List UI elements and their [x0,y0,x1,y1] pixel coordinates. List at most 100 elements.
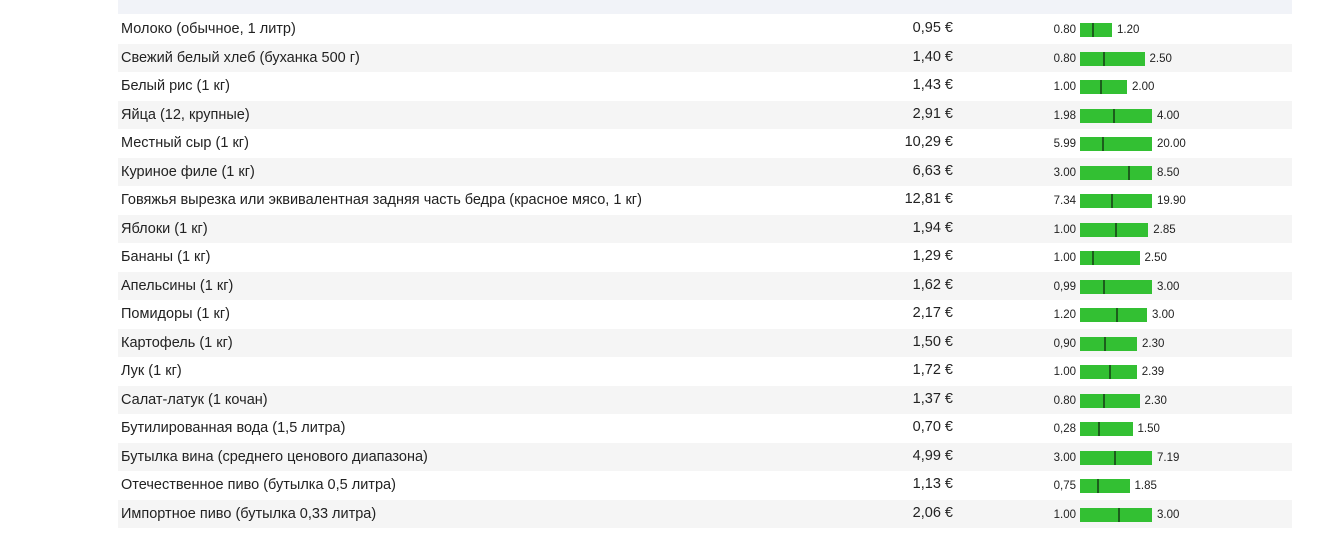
table-row: Свежий белый хлеб (буханка 500 г) 1,40 € 0… [118,43,1292,72]
item-price: 10,29 € [904,134,953,150]
range-min-label: 1.20 [1053,309,1076,321]
average-marker [1104,336,1107,351]
item-name: Говяжья вырезка или эквивалентная задняя… [121,192,642,208]
item-price: 1,72 € [912,362,953,378]
range-max-label: 20.00 [1157,138,1186,150]
range-min-label: 5.99 [1053,138,1076,150]
item-price: 1,62 € [912,276,953,293]
item-name: Салат-латук (1 кочан) [121,391,268,408]
table-row: Картофель (1 кг) 1,50 € 0,90 2.30 [118,328,1292,357]
range-max-label: 19.90 [1157,195,1186,207]
table-row: Яблоки (1 кг) 1,94 € 1.00 2.85 [118,214,1292,243]
item-name: Бутылка вина (среднего ценового диапазон… [121,448,428,465]
item-name: Помидоры (1 кг) [121,306,230,322]
average-marker [1114,450,1117,465]
average-marker [1113,108,1116,123]
item-price: 1,13 € [912,476,953,492]
range-bar [1080,251,1140,265]
range-bar [1080,450,1152,465]
item-price: 0,70 € [912,419,953,435]
range-bar [1080,393,1140,408]
range-max-label: 8.50 [1157,166,1180,179]
table-row: Импортное пиво (бутылка 0,33 литра) 2,06 … [118,499,1292,528]
range-max-label: 3.00 [1152,309,1175,321]
average-marker [1102,279,1105,294]
range-min-label: 1.00 [1053,508,1076,521]
item-price: 2,06 € [912,504,953,521]
item-name: Отечественное пиво (бутылка 0,5 литра) [121,477,396,493]
range-min-label: 3.00 [1053,166,1076,179]
range-max-label: 2.30 [1144,394,1167,407]
range-bar [1080,308,1147,322]
item-name: Яйца (12, крупные) [121,106,250,123]
table-row: Говяжья вырезка или эквивалентная задняя… [118,186,1292,215]
range-max-label: 7.19 [1157,451,1180,464]
range-min-label: 1.00 [1053,366,1076,378]
item-name: Белый рис (1 кг) [121,78,230,94]
average-marker [1118,507,1121,522]
range-bar [1080,422,1133,436]
item-name: Бутилированная вода (1,5 литра) [121,420,346,436]
range-bar [1080,279,1152,294]
range-bar [1080,479,1130,493]
range-max-label: 2.39 [1141,366,1165,378]
table-row: Лук (1 кг) 1,72 € 1.00 2.39 [118,357,1292,386]
average-marker [1091,251,1094,265]
range-max-label: 2.85 [1153,223,1176,236]
range-bar [1080,165,1152,180]
range-max-label: 2.50 [1149,52,1172,65]
table-row: Белый рис (1 кг) 1,43 € 1.00 2.00 [118,72,1292,101]
item-price: 6,63 € [912,162,953,179]
table-row: Молоко (обычное, 1 литр) 0,95 € 0.80 1.20 [118,15,1292,44]
table-row: Салат-латук (1 кочан) 1,37 € 0.80 2.30 [118,385,1292,414]
item-price: 1,43 € [912,77,953,93]
range-bar [1080,336,1137,351]
item-price: 0,95 € [912,20,953,36]
range-min-label: 1.00 [1053,223,1076,236]
item-price: 1,94 € [912,219,953,236]
average-marker [1127,165,1130,180]
item-name: Лук (1 кг) [121,363,182,379]
average-marker [1100,80,1103,94]
range-min-label: 7.34 [1053,195,1076,207]
item-price: 2,91 € [912,105,953,122]
range-bar [1080,23,1112,37]
range-min-label: 0,90 [1053,337,1076,350]
item-name: Импортное пиво (бутылка 0,33 литра) [121,505,377,522]
average-marker [1109,365,1112,379]
range-bar [1080,507,1152,522]
range-min-label: 0,28 [1053,423,1076,435]
item-name: Куриное филе (1 кг) [121,163,255,180]
range-bar [1080,80,1127,94]
item-name: Картофель (1 кг) [121,334,233,351]
range-min-label: 1.00 [1053,252,1076,264]
price-table: Молоко (обычное, 1 литр) 0,95 € 0.80 1.20 Св… [118,15,1292,528]
average-marker [1111,194,1114,208]
average-marker [1116,308,1119,322]
item-price: 1,40 € [912,48,953,65]
item-name: Молоко (обычное, 1 литр) [121,21,296,37]
range-min-label: 1.00 [1053,81,1076,93]
average-marker [1098,422,1101,436]
table-header-strip [118,0,1292,14]
range-min-label: 3.00 [1053,451,1076,464]
range-min-label: 0,99 [1053,280,1076,293]
table-row: Помидоры (1 кг) 2,17 € 1.20 3.00 [118,300,1292,329]
table-row: Яйца (12, крупные) 2,91 € 1.98 4.00 [118,100,1292,129]
range-bar [1080,194,1152,208]
range-min-label: 0.80 [1053,394,1076,407]
item-name: Бананы (1 кг) [121,249,211,265]
item-name: Апельсины (1 кг) [121,277,234,294]
range-max-label: 1.20 [1117,24,1140,36]
range-max-label: 2.00 [1132,81,1155,93]
table-row: Куриное филе (1 кг) 6,63 € 3.00 8.50 [118,157,1292,186]
item-price: 1,29 € [912,248,953,264]
range-max-label: 4.00 [1157,109,1180,122]
table-row: Бутылка вина (среднего ценового диапазон… [118,442,1292,471]
average-marker [1097,479,1100,493]
item-price: 4,99 € [912,447,953,464]
range-min-label: 0.80 [1053,24,1076,36]
item-price: 1,37 € [912,390,953,407]
range-bar [1080,108,1152,123]
item-price: 1,50 € [912,333,953,350]
